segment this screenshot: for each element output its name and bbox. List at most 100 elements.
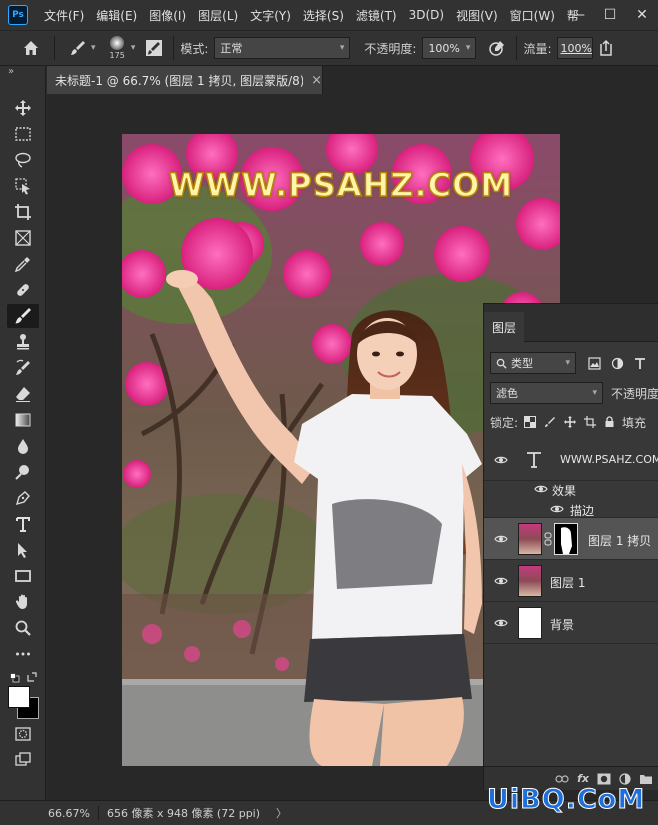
blend-mode-select[interactable]: 滤色 ▾	[490, 382, 603, 404]
pressure-opacity-icon[interactable]	[488, 39, 506, 57]
menu-view[interactable]: 视图(V)	[450, 7, 504, 24]
brush-size-value: 175	[109, 51, 125, 60]
zoom-tool-icon[interactable]	[7, 616, 39, 640]
layer-row-text[interactable]: WWW.PSAHZ.COM	[484, 439, 658, 481]
menu-window[interactable]: 窗口(W)	[504, 7, 561, 24]
brush-size-caret[interactable]: ▾	[131, 43, 136, 53]
visibility-eye-icon[interactable]	[494, 616, 508, 630]
hand-tool-icon[interactable]	[7, 590, 39, 614]
options-bar: ▾ 175 ▾ 模式: 正常 ▾ 不透明度: 100% ▾ 流量: 100%	[0, 30, 658, 66]
minimize-button[interactable]: —	[562, 0, 594, 30]
airbrush-icon[interactable]	[599, 39, 613, 57]
visibility-eye-icon[interactable]	[494, 574, 508, 588]
menu-image[interactable]: 图像(I)	[143, 7, 192, 24]
crop-tool-icon[interactable]	[7, 200, 39, 224]
add-mask-icon[interactable]	[597, 773, 611, 785]
layer-row-image[interactable]: 图层 1	[484, 560, 658, 602]
flow-value: 100%	[560, 41, 592, 55]
default-colors-icon[interactable]	[10, 672, 20, 683]
lasso-tool-icon[interactable]	[7, 148, 39, 172]
filter-adjustment-icon[interactable]	[611, 357, 624, 370]
opacity-label: 不透明度:	[364, 41, 417, 56]
layers-panel-tab-row: 图层	[484, 304, 658, 342]
swap-colors-icon[interactable]	[26, 671, 38, 683]
filter-pixel-icon[interactable]	[588, 356, 601, 370]
lock-label: 锁定:	[490, 415, 519, 430]
layer-name: 背景	[550, 618, 575, 632]
layer-mask-thumbnail[interactable]	[554, 523, 578, 555]
mask-link-icon[interactable]	[544, 532, 552, 546]
layer-thumbnail[interactable]	[518, 523, 542, 555]
gradient-tool-icon[interactable]	[7, 408, 39, 432]
layer-thumbnail[interactable]	[518, 565, 542, 597]
opacity-input[interactable]: 100% ▾	[422, 37, 477, 59]
panel-collapse-icon[interactable]: »	[8, 66, 14, 77]
effects-visibility-eye-icon[interactable]	[534, 482, 548, 496]
path-selection-tool-icon[interactable]	[7, 538, 39, 562]
maximize-button[interactable]: ☐	[594, 0, 626, 30]
link-layers-icon[interactable]	[555, 774, 569, 784]
visibility-eye-icon[interactable]	[494, 532, 508, 546]
eyedropper-tool-icon[interactable]	[7, 252, 39, 276]
lock-pixels-icon[interactable]	[544, 416, 556, 428]
layer-effect-stroke-row[interactable]: 描边	[484, 500, 658, 518]
stroke-effect-label: 描边	[570, 504, 595, 518]
layer-effects-row[interactable]: 效果	[484, 480, 658, 498]
visibility-eye-icon[interactable]	[494, 453, 508, 467]
healing-brush-tool-icon[interactable]	[7, 278, 39, 302]
lock-position-icon[interactable]	[564, 416, 577, 428]
flow-input[interactable]: 100%	[557, 37, 594, 59]
blur-tool-icon[interactable]	[7, 434, 39, 458]
menu-type[interactable]: 文字(Y)	[244, 7, 297, 24]
layer-row-image-copy[interactable]: 图层 1 拷贝	[484, 518, 658, 560]
move-tool-icon[interactable]	[7, 96, 39, 120]
layer-thumbnail[interactable]	[518, 607, 542, 639]
history-brush-tool-icon[interactable]	[7, 356, 39, 380]
frame-tool-icon[interactable]	[7, 226, 39, 250]
foreground-color-swatch[interactable]	[8, 686, 30, 708]
menu-filter[interactable]: 滤镜(T)	[350, 7, 403, 24]
brush-preset-icon[interactable]: ▾	[69, 39, 96, 57]
pen-tool-icon[interactable]	[7, 486, 39, 510]
brush-tool-icon[interactable]	[7, 304, 39, 328]
menu-edit[interactable]: 编辑(E)	[90, 7, 143, 24]
new-group-folder-icon[interactable]	[639, 773, 653, 785]
dodge-tool-icon[interactable]	[7, 460, 39, 484]
layer-row-background[interactable]: 背景	[484, 602, 658, 644]
new-adjustment-layer-icon[interactable]	[619, 772, 631, 785]
document-info: 656 像素 x 948 像素 (72 ppi)	[106, 807, 261, 820]
home-icon[interactable]	[14, 39, 48, 57]
more-tools-icon[interactable]	[7, 642, 39, 666]
object-selection-tool-icon[interactable]	[7, 174, 39, 198]
type-tool-icon[interactable]	[7, 512, 39, 536]
document-tab-title: 未标题-1 @ 66.7% (图层 1 拷贝, 图层蒙版/8) *	[55, 73, 304, 88]
document-tab-close-button[interactable]: ×	[311, 73, 322, 88]
lock-transparent-icon[interactable]	[524, 416, 537, 428]
brush-settings-icon[interactable]	[145, 39, 163, 57]
layers-tab[interactable]: 图层	[484, 312, 524, 342]
lock-artboard-icon[interactable]	[584, 416, 597, 428]
screen-mode-icon[interactable]	[7, 748, 39, 772]
close-window-button[interactable]: ✕	[626, 0, 658, 30]
menu-layer[interactable]: 图层(L)	[192, 7, 244, 24]
brush-size-picker[interactable]: 175	[110, 36, 125, 60]
rectangle-tool-icon[interactable]	[7, 564, 39, 588]
clone-stamp-tool-icon[interactable]	[7, 330, 39, 354]
stroke-visibility-eye-icon[interactable]	[550, 502, 564, 516]
opacity-value: 100%	[428, 41, 460, 55]
lock-all-icon[interactable]	[604, 416, 615, 428]
quick-mask-icon[interactable]	[7, 722, 39, 746]
layer-name: 图层 1 拷贝	[588, 534, 652, 548]
zoom-level[interactable]: 66.67%	[48, 807, 90, 820]
status-info-arrow[interactable]: 〉	[276, 805, 287, 821]
layer-filter-select[interactable]: 类型 ▾	[490, 352, 576, 374]
filter-type-icon[interactable]	[634, 357, 646, 370]
fill-label: 填充	[622, 415, 647, 430]
marquee-tool-icon[interactable]	[7, 122, 39, 146]
eraser-tool-icon[interactable]	[7, 382, 39, 406]
mode-select[interactable]: 正常 ▾	[214, 37, 351, 59]
document-tab[interactable]: 未标题-1 @ 66.7% (图层 1 拷贝, 图层蒙版/8) * ×	[47, 66, 323, 94]
menu-select[interactable]: 选择(S)	[297, 7, 350, 24]
menu-3d[interactable]: 3D(D)	[403, 8, 450, 22]
menu-file[interactable]: 文件(F)	[38, 7, 90, 24]
